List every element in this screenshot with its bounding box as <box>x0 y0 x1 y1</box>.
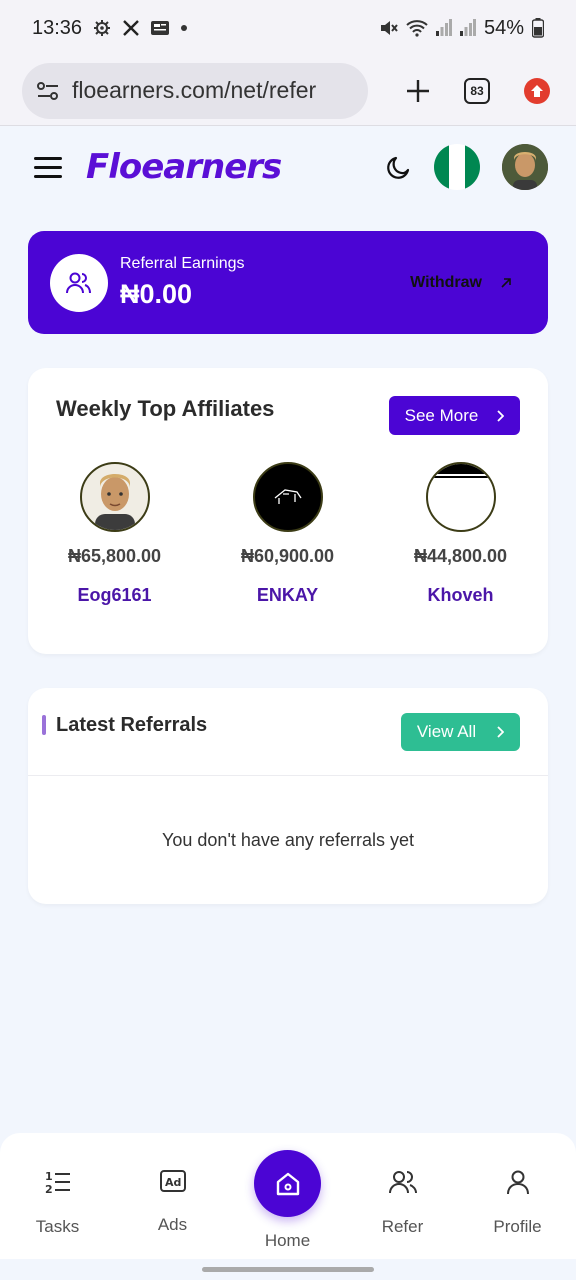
nav-tasks[interactable]: 12 Tasks <box>0 1133 115 1259</box>
referral-earnings-card: Referral Earnings ₦0.00 Withdraw <box>28 231 548 334</box>
tabs-icon[interactable]: 83 <box>464 77 490 104</box>
users-icon <box>50 253 108 312</box>
floearners-logo[interactable]: Floearners <box>86 147 282 187</box>
affiliate-item[interactable]: ₦60,900.00 ENKAY <box>201 462 374 606</box>
latest-referrals-card: Latest Referrals View All You don't have… <box>28 688 548 904</box>
gesture-bar <box>0 1259 576 1280</box>
affiliate-amount: ₦65,800.00 <box>67 546 162 566</box>
affiliate-amount: ₦60,900.00 <box>240 546 335 566</box>
dot-icon <box>180 24 188 32</box>
home-icon <box>254 1150 321 1217</box>
nav-ads-label: Ads <box>157 1215 188 1234</box>
referrals-title: Latest Referrals <box>56 714 208 736</box>
new-tab-plus-icon[interactable] <box>406 79 430 103</box>
status-time: 13:36 <box>32 16 83 39</box>
hamburger-menu-icon[interactable] <box>34 156 62 178</box>
moon-icon[interactable] <box>386 154 412 180</box>
section-accent-bar <box>42 715 46 735</box>
nav-home[interactable]: Home <box>230 1133 345 1259</box>
settings-gear-icon <box>92 18 112 38</box>
affiliate-name[interactable]: Khoveh <box>427 585 493 606</box>
signal-icon <box>459 19 476 37</box>
nav-home-label: Home <box>264 1231 311 1250</box>
url-text[interactable]: floearners.com/net/refer <box>72 77 316 104</box>
affiliates-title: Weekly Top Affiliates <box>56 396 275 421</box>
view-all-label: View All <box>416 722 477 741</box>
mute-icon <box>378 18 398 38</box>
users-icon <box>388 1169 417 1195</box>
earnings-label: Referral Earnings <box>120 255 245 272</box>
nigeria-flag-icon[interactable] <box>434 144 480 190</box>
ad-icon: Ad <box>159 1169 186 1193</box>
affiliate-avatar <box>425 462 496 532</box>
site-settings-icon[interactable] <box>36 80 60 102</box>
see-more-button[interactable]: See More <box>389 396 520 435</box>
nav-refer[interactable]: Refer <box>345 1133 460 1259</box>
signal-icon <box>435 19 452 37</box>
arrow-up-right-icon <box>500 277 512 289</box>
flag-stripe-right <box>464 144 480 190</box>
battery-percent: 54% <box>483 16 524 39</box>
affiliate-avatar <box>252 462 323 532</box>
flag-stripe-middle <box>449 144 465 190</box>
address-bar[interactable]: floearners.com/net/refer <box>22 62 368 119</box>
browser-toolbar: floearners.com/net/refer 83 <box>0 56 576 126</box>
nav-refer-label: Refer <box>381 1217 424 1236</box>
earnings-amount: ₦0.00 <box>120 279 193 309</box>
extension-icon[interactable] <box>524 77 550 104</box>
bottom-navigation: 12 Tasks Ad Ads Home Refer Profile <box>0 1133 576 1259</box>
chevron-right-icon <box>496 726 505 738</box>
affiliate-item[interactable]: ₦65,800.00 Eog6161 <box>28 462 201 606</box>
view-all-button[interactable]: View All <box>401 713 520 751</box>
svg-text:Ad: Ad <box>165 1176 181 1189</box>
svg-text:2: 2 <box>45 1183 53 1195</box>
weekly-top-affiliates-card: Weekly Top Affiliates See More ₦65,800.0… <box>28 368 548 654</box>
affiliate-avatar <box>79 462 150 532</box>
withdraw-label: Withdraw <box>410 273 482 291</box>
withdraw-button[interactable]: Withdraw <box>410 274 512 292</box>
home-indicator[interactable] <box>202 1267 374 1272</box>
battery-icon <box>532 18 544 38</box>
affiliate-amount: ₦44,800.00 <box>413 546 508 566</box>
avatar[interactable] <box>502 144 548 190</box>
chevron-right-icon <box>496 409 505 422</box>
nav-profile[interactable]: Profile <box>460 1133 575 1259</box>
wifi-icon <box>406 19 428 37</box>
nav-profile-label: Profile <box>493 1217 542 1236</box>
flag-stripe-left <box>434 144 450 190</box>
svg-text:1: 1 <box>45 1170 53 1183</box>
affiliate-name[interactable]: ENKAY <box>257 585 318 606</box>
empty-referrals-message: You don't have any referrals yet <box>162 830 414 850</box>
affiliate-item[interactable]: ₦44,800.00 Khoveh <box>374 462 547 606</box>
nav-tasks-label: Tasks <box>35 1217 80 1236</box>
affiliate-name[interactable]: Eog6161 <box>77 585 151 606</box>
divider <box>28 775 548 776</box>
app-header: Floearners <box>0 127 576 207</box>
news-icon <box>150 20 170 36</box>
nav-ads[interactable]: Ad Ads <box>115 1133 230 1259</box>
user-icon <box>506 1169 530 1195</box>
list-numbered-icon: 12 <box>45 1169 71 1195</box>
see-more-label: See More <box>404 405 479 425</box>
x-logo-icon <box>122 19 140 37</box>
status-bar: 13:36 54% <box>0 0 576 56</box>
